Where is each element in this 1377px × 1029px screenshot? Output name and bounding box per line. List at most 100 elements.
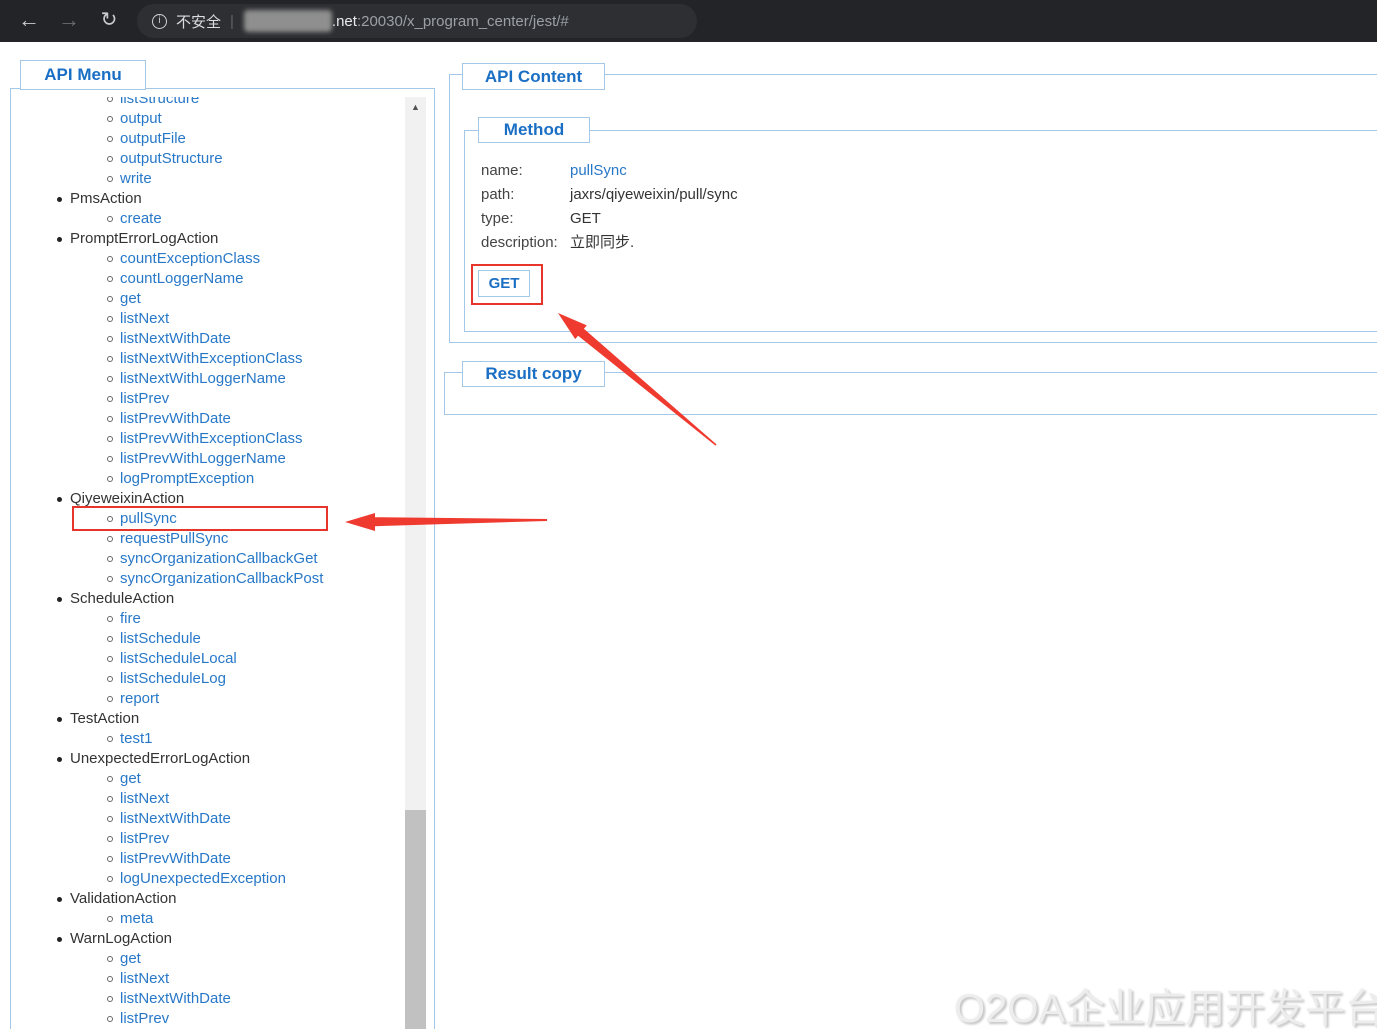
menu-method-item[interactable]: listPrev [11,1009,404,1029]
menu-item-label[interactable]: output [120,110,162,127]
menu-item-label[interactable]: listNextWithExceptionClass [120,350,303,367]
method-field-row: path: jaxrs/qiyeweixin/pull/sync [481,183,738,207]
menu-item-label[interactable]: listNextWithDate [120,330,231,347]
menu-method-item[interactable]: countExceptionClass [11,249,404,269]
menu-item-label[interactable]: write [120,170,152,187]
menu-method-item[interactable]: listPrevWithDate [11,849,404,869]
menu-method-item[interactable]: pullSync [11,506,404,531]
menu-item-label[interactable]: listNextWithLoggerName [120,370,286,387]
menu-item-label[interactable]: listStructure [120,97,199,107]
menu-method-item[interactable]: syncOrganizationCallbackPost [11,569,404,589]
menu-item-label: ScheduleAction [70,590,175,607]
bullet-icon [57,717,62,722]
menu-method-item[interactable]: listNextWithDate [11,989,404,1009]
menu-item-label[interactable]: listNext [120,310,169,327]
reload-icon[interactable]: ↻ [92,0,126,42]
menu-method-item[interactable]: listPrevWithLoggerName [11,449,404,469]
menu-method-item[interactable]: listNextWithDate [11,809,404,829]
menu-item-label[interactable]: listScheduleLog [120,670,226,687]
menu-method-item[interactable]: listScheduleLog [11,669,404,689]
menu-item-label[interactable]: syncOrganizationCallbackGet [120,550,318,567]
menu-item-label[interactable]: get [120,950,141,967]
menu-item-label[interactable]: listPrevWithDate [120,410,231,427]
menu-method-item[interactable]: write [11,169,404,189]
menu-item-label[interactable]: get [120,770,141,787]
field-label: type: [481,210,514,227]
menu-method-item[interactable]: listNextWithLoggerName [11,369,404,389]
menu-method-item[interactable]: requestPullSync [11,529,404,549]
menu-action-item: ValidationAction [11,889,404,909]
menu-item-label[interactable]: listNextWithDate [120,810,231,827]
menu-method-item[interactable]: get [11,949,404,969]
menu-method-item[interactable]: listNext [11,969,404,989]
back-icon[interactable]: ← [12,0,46,42]
result-title: Result copy [462,361,605,387]
menu-method-item[interactable]: logPromptException [11,469,404,489]
menu-method-item[interactable]: listPrev [11,829,404,849]
menu-item-label[interactable]: get [120,290,141,307]
menu-method-item[interactable]: countLoggerName [11,269,404,289]
menu-item-label[interactable]: listPrev [120,390,169,407]
bullet-icon [107,416,113,422]
menu-item-label[interactable]: listPrev [120,830,169,847]
menu-item-label[interactable]: test1 [120,730,153,747]
api-menu-scroll-area[interactable]: listStructure output outputFile outputStruc… [11,97,404,1029]
menu-action-item: ScheduleAction [11,589,404,609]
info-icon[interactable]: i [152,13,167,29]
menu-method-item[interactable]: listPrev [11,389,404,409]
menu-item-label[interactable]: listPrevWithDate [120,850,231,867]
bullet-icon [107,696,113,702]
menu-method-item[interactable]: get [11,289,404,309]
menu-method-item[interactable]: create [11,209,404,229]
menu-method-item[interactable]: report [11,689,404,709]
menu-item-label[interactable]: logUnexpectedException [120,870,286,887]
field-label: path: [481,186,515,203]
menu-method-item[interactable]: listScheduleLocal [11,649,404,669]
menu-method-item[interactable]: meta [11,909,404,929]
menu-item-label[interactable]: create [120,210,162,227]
address-bar[interactable]: i 不安全 | .net :20030/x_program_center/jes… [137,4,697,38]
menu-method-item[interactable]: listNextWithExceptionClass [11,349,404,369]
menu-item-label[interactable]: listNext [120,970,169,987]
menu-item-label[interactable]: countLoggerName [120,270,243,287]
menu-item-label[interactable]: listScheduleLocal [120,650,237,667]
menu-method-item[interactable]: outputStructure [11,149,404,169]
menu-method-item[interactable]: listPrevWithExceptionClass [11,429,404,449]
menu-item-label[interactable]: listPrevWithExceptionClass [120,430,303,447]
menu-method-item[interactable]: outputFile [11,129,404,149]
menu-method-item[interactable]: listSchedule [11,629,404,649]
menu-method-item[interactable]: syncOrganizationCallbackGet [11,549,404,569]
bullet-icon [57,897,62,902]
menu-method-item[interactable]: get [11,769,404,789]
menu-item-label[interactable]: logPromptException [120,470,254,487]
menu-method-item[interactable]: fire [11,609,404,629]
menu-item-label[interactable]: outputFile [120,130,186,147]
scrollbar-thumb[interactable] [405,810,426,1029]
menu-item-label[interactable]: listPrevWithLoggerName [120,450,286,467]
menu-method-item[interactable]: listStructure [11,97,404,109]
menu-item-label[interactable]: listNext [120,790,169,807]
menu-method-item[interactable]: listNext [11,309,404,329]
menu-item-label[interactable]: fire [120,610,141,627]
menu-item-label[interactable]: report [120,690,159,707]
field-value[interactable]: pullSync [570,162,627,179]
menu-method-item[interactable]: listNextWithDate [11,329,404,349]
menu-item-label[interactable]: outputStructure [120,150,223,167]
menu-item-label[interactable]: meta [120,910,153,927]
menu-item-label[interactable]: countExceptionClass [120,250,260,267]
scrollbar-up-icon[interactable]: ▲ [405,97,426,117]
menu-method-item[interactable]: listPrevWithDate [11,409,404,429]
menu-method-item[interactable]: output [11,109,404,129]
menu-item-label[interactable]: listNextWithDate [120,990,231,1007]
menu-item-label[interactable]: listSchedule [120,630,201,647]
watermark: O2OA企业应用开发平台 [954,987,1377,1029]
bullet-icon [107,636,113,642]
bullet-icon [57,757,62,762]
menu-method-item[interactable]: test1 [11,729,404,749]
menu-item-label[interactable]: syncOrganizationCallbackPost [120,570,323,587]
menu-item-label[interactable]: listPrev [120,1010,169,1027]
menu-method-item[interactable]: listNext [11,789,404,809]
menu-method-item[interactable]: logUnexpectedException [11,869,404,889]
forward-icon: → [58,7,80,32]
menu-item-label[interactable]: requestPullSync [120,530,228,547]
